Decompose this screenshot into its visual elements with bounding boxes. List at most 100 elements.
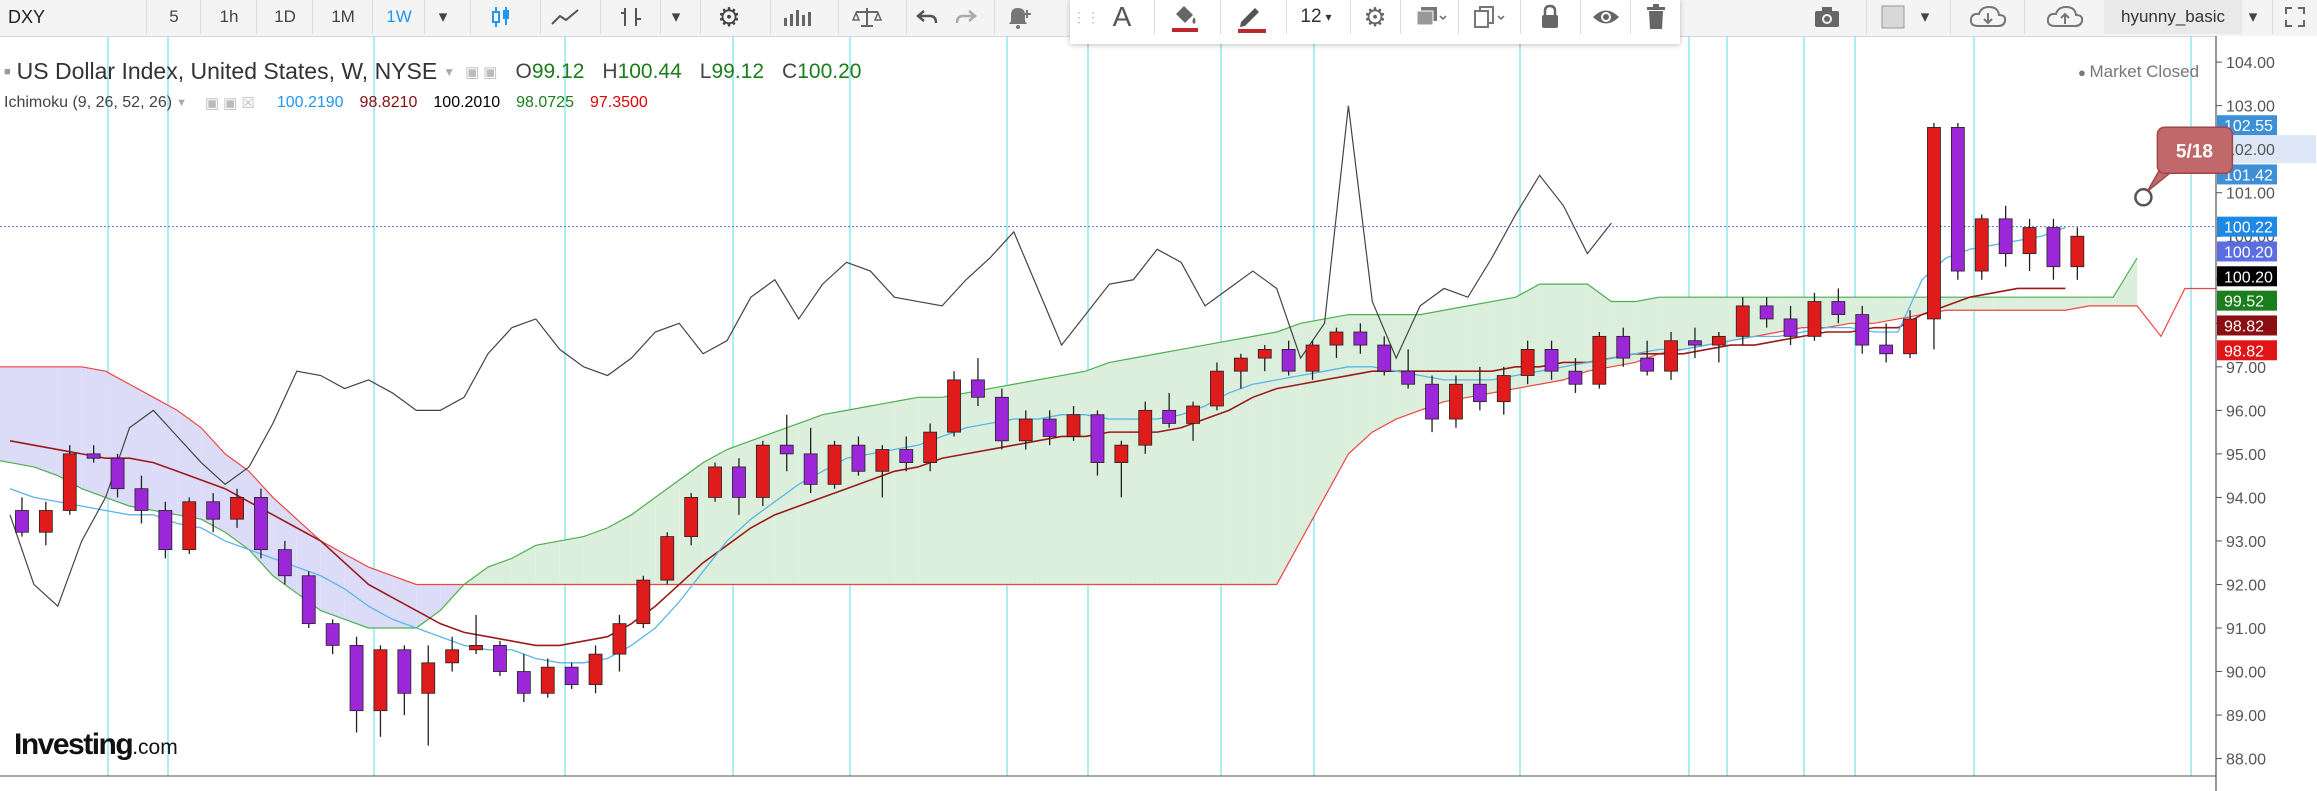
layers-button[interactable] <box>1400 0 1459 34</box>
lock-button[interactable] <box>1520 0 1579 34</box>
color-dropdown[interactable]: ▾ <box>1910 0 1940 34</box>
fullscreen-button[interactable] <box>2272 0 2317 34</box>
candle[interactable] <box>445 636 460 672</box>
compare-button[interactable] <box>838 0 895 34</box>
candle-body <box>38 510 53 533</box>
cloud-segment <box>2017 297 2042 311</box>
delete-button[interactable] <box>1630 0 1681 34</box>
candle[interactable] <box>755 440 770 507</box>
cloud-segment <box>10 366 34 467</box>
candle[interactable] <box>660 532 675 585</box>
settings-toggle-icon[interactable]: ▣ <box>465 63 479 81</box>
candle[interactable] <box>612 614 627 672</box>
chart-type-button[interactable] <box>470 0 531 34</box>
indicator-remove-icon[interactable]: ☒ <box>241 94 254 112</box>
candle[interactable] <box>421 645 436 746</box>
chevron-down-icon[interactable]: ▼ <box>443 65 455 79</box>
alert-button[interactable] <box>994 0 1041 34</box>
candle[interactable] <box>708 462 722 502</box>
candle[interactable] <box>1974 214 1989 280</box>
candle[interactable] <box>62 445 77 515</box>
candle[interactable] <box>349 636 364 733</box>
candle[interactable] <box>1592 332 1607 389</box>
candle-body <box>1974 218 1989 272</box>
candle[interactable] <box>1950 123 1965 280</box>
candle-body <box>755 444 770 498</box>
candle[interactable] <box>1879 323 1894 363</box>
fill-color-button[interactable] <box>1154 0 1215 34</box>
candle-body <box>1855 314 1870 346</box>
bars-button[interactable] <box>770 0 823 34</box>
indicator-visibility-icon[interactable]: ▣ <box>205 94 219 112</box>
candle[interactable] <box>564 662 579 689</box>
eye-icon <box>1591 6 1621 28</box>
candle[interactable] <box>1927 123 1941 350</box>
candle[interactable] <box>38 501 53 546</box>
indicator-name[interactable]: Ichimoku (9, 26, 52, 26) <box>4 94 172 112</box>
status-dot-icon: ● <box>2078 65 2090 80</box>
drag-handle-icon[interactable]: ⋮⋮ <box>1072 0 1100 34</box>
indicator-settings-icon[interactable]: ▣ <box>223 94 237 112</box>
candle[interactable] <box>325 619 340 655</box>
anchor-point-icon[interactable] <box>2134 188 2153 207</box>
visibility-button[interactable] <box>1580 0 1631 34</box>
load-layout-button[interactable] <box>1950 0 2025 34</box>
price-label: 100.20 <box>2217 241 2277 262</box>
candle-body <box>277 549 292 577</box>
candle[interactable] <box>516 654 531 702</box>
undo-button[interactable] <box>906 0 947 34</box>
candle[interactable] <box>827 440 842 489</box>
interval-5[interactable]: 5 <box>146 0 201 34</box>
instrument-title[interactable]: US Dollar Index, United States, W, NYSE <box>17 58 438 85</box>
candle[interactable] <box>636 575 651 628</box>
candle[interactable] <box>493 641 507 676</box>
gear-small-icon[interactable]: ▣ <box>483 63 497 81</box>
user-menu[interactable]: hyunny_basic <box>2104 0 2242 34</box>
line-color-button[interactable] <box>1220 0 1281 34</box>
line-style-button[interactable] <box>540 0 589 34</box>
indicators-dropdown[interactable]: ▾ <box>660 0 691 34</box>
candle[interactable] <box>15 497 29 537</box>
font-size-select[interactable]: 12 ▾ <box>1286 0 1345 34</box>
candle[interactable] <box>254 488 268 559</box>
price-label-text: 99.52 <box>2224 294 2264 311</box>
save-layout-button[interactable] <box>2024 0 2105 34</box>
candle[interactable] <box>469 614 483 655</box>
interval-dropdown[interactable]: ▾ <box>424 0 461 34</box>
price-chart[interactable]: 88.00 89.00 90.00 91.00 92.00 93.00 94.00 95.00… <box>0 36 2317 791</box>
chart-settings-button[interactable]: ⚙ <box>700 0 757 34</box>
price-label: 100.20 <box>2217 266 2277 287</box>
redo-button[interactable] <box>946 0 986 34</box>
candle[interactable] <box>397 645 412 716</box>
candle[interactable] <box>1425 375 1439 433</box>
snapshot-button[interactable] <box>1805 0 1849 34</box>
interval-1w[interactable]: 1W <box>372 0 425 34</box>
candle[interactable] <box>994 388 1009 450</box>
text-tool-button[interactable]: A <box>1098 0 1146 34</box>
interval-1d[interactable]: 1D <box>256 0 313 34</box>
price-tick-label: 103.00 <box>2226 99 2275 116</box>
candle[interactable] <box>301 571 316 628</box>
candle[interactable] <box>2070 227 2085 280</box>
user-dropdown[interactable]: ▾ <box>2236 0 2270 34</box>
cloud-segment <box>1037 375 1062 585</box>
candle[interactable] <box>588 645 603 694</box>
candle[interactable] <box>540 658 555 698</box>
candle[interactable] <box>182 497 197 554</box>
drawing-settings-button[interactable]: ⚙ <box>1350 0 1399 34</box>
interval-1h[interactable]: 1h <box>200 0 257 34</box>
interval-1m[interactable]: 1M <box>312 0 373 34</box>
candle[interactable] <box>947 371 961 437</box>
ohlc-high: H100.44 <box>602 60 681 84</box>
symbol-search[interactable]: DXY <box>0 0 148 34</box>
candle[interactable] <box>158 501 173 559</box>
chevron-down-icon[interactable]: ▼ <box>176 97 187 109</box>
candle[interactable] <box>1711 332 1726 363</box>
candle-body <box>875 449 890 472</box>
candle[interactable] <box>373 645 388 737</box>
indicators-button[interactable] <box>600 0 661 34</box>
clone-button[interactable] <box>1458 0 1517 34</box>
candle-body <box>493 645 507 672</box>
candle[interactable] <box>1998 205 2013 267</box>
candle[interactable] <box>2046 218 2061 280</box>
